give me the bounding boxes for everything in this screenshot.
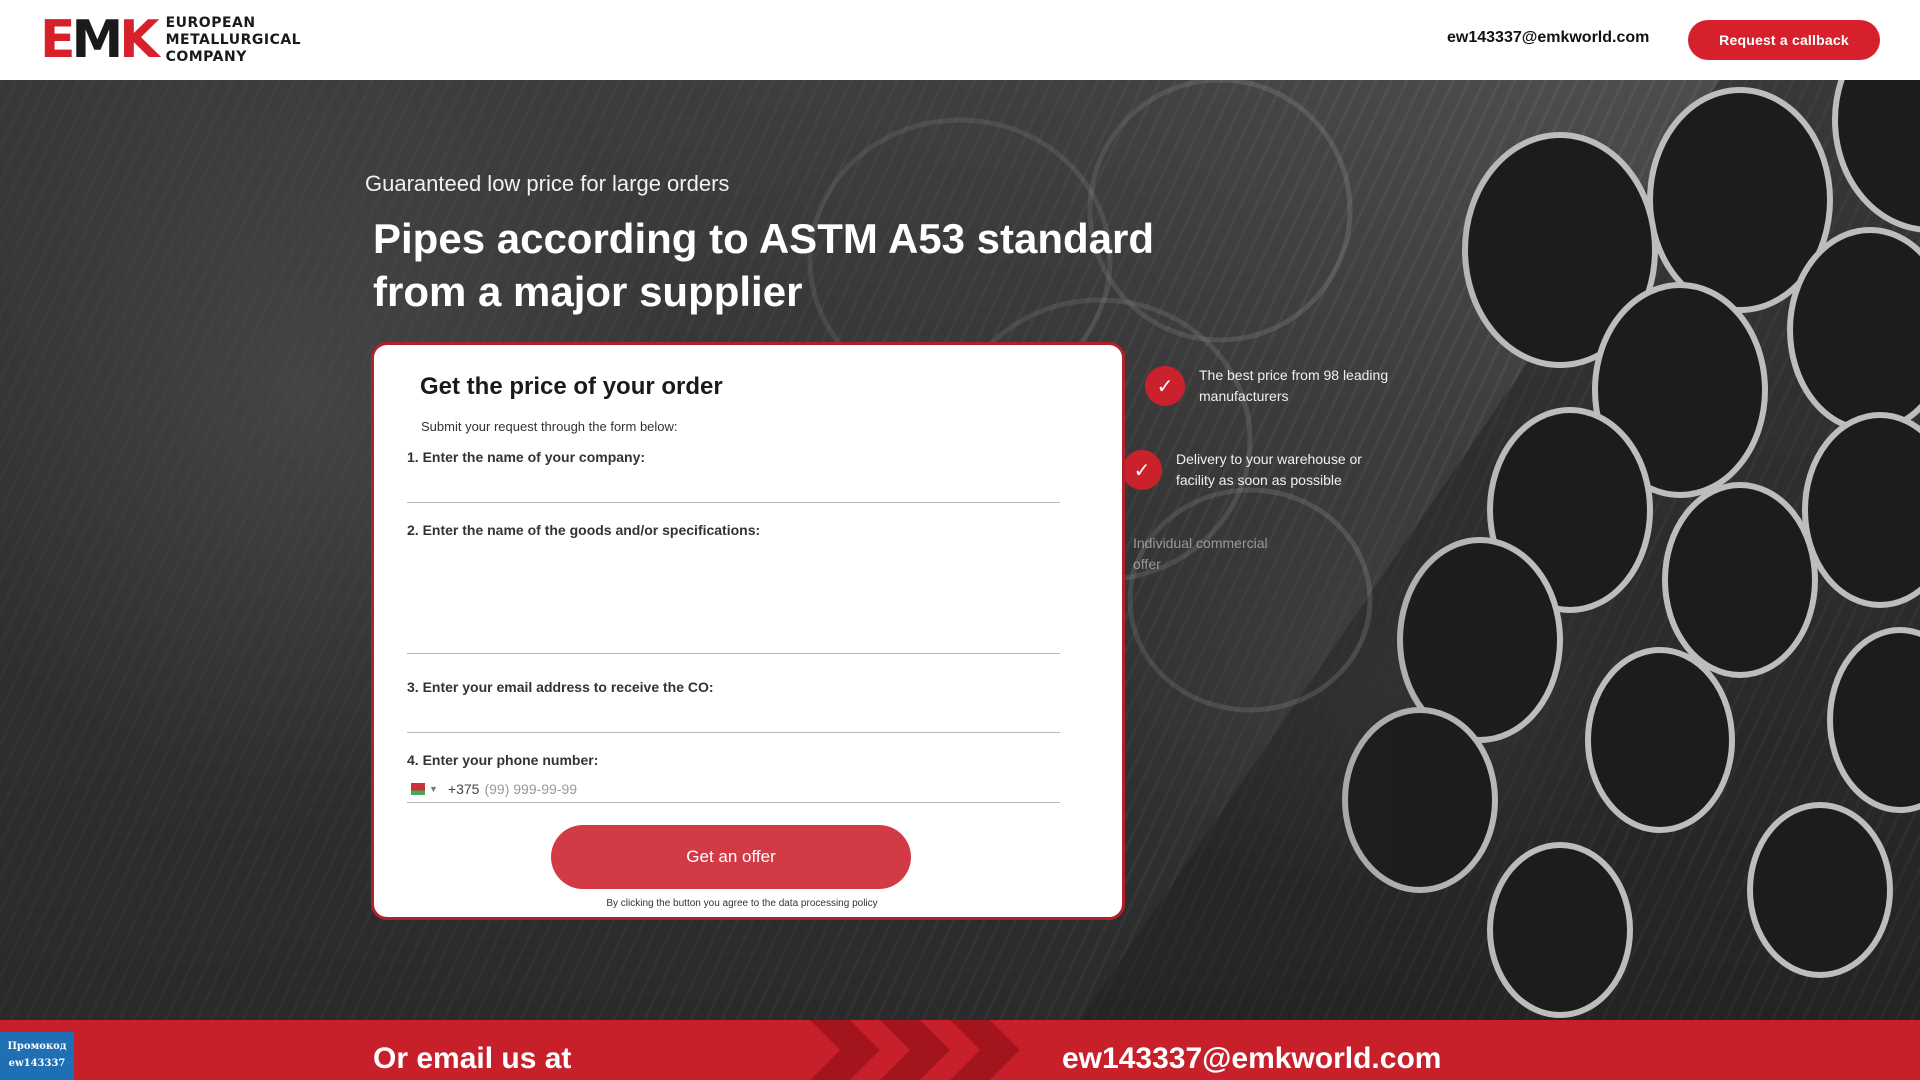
benefit-text: Individual commercial offer: [1133, 535, 1268, 572]
order-price-form: Get the price of your order Submit your …: [371, 342, 1125, 920]
hero-subtitle: Guaranteed low price for large orders: [365, 171, 730, 196]
check-icon: ✓: [1145, 366, 1185, 406]
company-name-label: 1. Enter the name of your company:: [407, 449, 646, 465]
get-offer-button[interactable]: Get an offer: [551, 825, 911, 889]
benefit-text: Delivery to your warehouse or facility a…: [1176, 451, 1362, 488]
belarus-flag-icon[interactable]: [407, 782, 425, 795]
goods-spec-label: 2. Enter the name of the goods and/or sp…: [407, 522, 761, 538]
email-us-bar: [0, 1020, 1920, 1080]
phone-input[interactable]: [484, 780, 885, 797]
close-icon[interactable]: ×: [1884, 16, 1899, 42]
check-icon: ✓: [1122, 450, 1162, 490]
site-header: EMK EUROPEAN METALLURGICAL COMPANY ew143…: [0, 0, 1920, 80]
request-callback-button[interactable]: Request a callback: [1688, 20, 1880, 60]
benefit-item-delivery: ✓ Delivery to your warehouse or facility…: [1122, 449, 1396, 491]
hero-title: Pipes according to ASTM A53 standard fro…: [373, 215, 1155, 315]
bottom-email-link[interactable]: ew143337@emkworld.com: [1062, 1042, 1441, 1076]
logo-wordmark: EUROPEAN METALLURGICAL COMPANY: [165, 14, 302, 65]
policy-notice[interactable]: By clicking the button you agree to the …: [374, 898, 1110, 909]
company-name-input[interactable]: [407, 473, 1060, 503]
phone-field: ▼ +375: [407, 775, 1060, 803]
promo-code-badge[interactable]: Промокод ew143337: [0, 1032, 74, 1080]
form-title: Get the price of your order: [420, 373, 723, 400]
email-label: 3. Enter your email address to receive t…: [407, 679, 714, 695]
email-us-label: Or email us at: [373, 1042, 572, 1075]
benefit-item-best-price: ✓ The best price from 98 leading manufac…: [1145, 365, 1399, 407]
benefit-text: The best price from 98 leading manufactu…: [1199, 367, 1389, 404]
header-email-link[interactable]: ew143337@emkworld.com: [1447, 29, 1649, 47]
form-description: Submit your request through the form bel…: [421, 419, 678, 434]
chevron-down-icon[interactable]: ▼: [429, 784, 438, 794]
company-logo[interactable]: EMK EUROPEAN METALLURGICAL COMPANY: [40, 14, 301, 66]
goods-spec-textarea[interactable]: [407, 562, 1060, 654]
phone-label: 4. Enter your phone number:: [407, 752, 599, 768]
logo-mark: EMK: [40, 10, 160, 70]
chevron-decoration-icon: [810, 1020, 1020, 1080]
email-input[interactable]: [407, 703, 1060, 733]
phone-country-code: +375: [447, 780, 480, 797]
